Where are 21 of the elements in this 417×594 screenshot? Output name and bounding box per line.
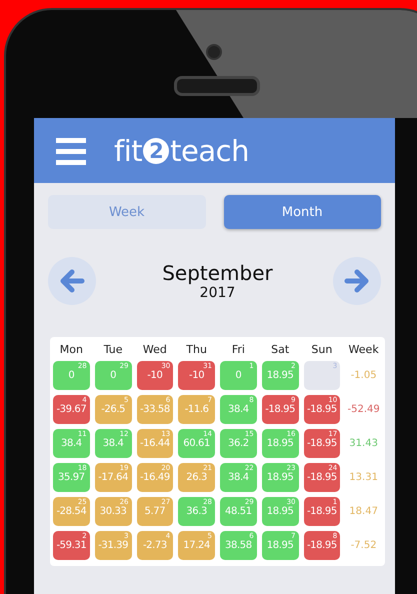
speaker-icon bbox=[174, 76, 260, 96]
week-total: -7.52 bbox=[350, 540, 378, 551]
week-total: 18.47 bbox=[348, 506, 379, 517]
column-header: Thu bbox=[185, 343, 208, 356]
column-header: Mon bbox=[58, 343, 84, 356]
view-tab[interactable]: Week bbox=[48, 195, 206, 229]
column-header: Week bbox=[348, 343, 380, 356]
app-logo: fit 2 teach bbox=[114, 134, 249, 168]
year-label: 2017 bbox=[200, 285, 236, 301]
menu-icon[interactable] bbox=[56, 136, 86, 166]
column-header: Wed bbox=[142, 343, 168, 356]
month-title: September bbox=[162, 261, 273, 285]
week-total: 13.31 bbox=[348, 472, 379, 483]
column-header: Tue bbox=[102, 343, 124, 356]
week-total: -52.49 bbox=[346, 404, 381, 415]
view-tab[interactable]: Month bbox=[224, 195, 381, 229]
column-header: Fri bbox=[230, 343, 246, 356]
column-header: Sun bbox=[310, 343, 334, 356]
week-total: -1.05 bbox=[350, 370, 378, 381]
column-header: Sat bbox=[270, 343, 290, 356]
week-total: 31.43 bbox=[348, 438, 379, 449]
